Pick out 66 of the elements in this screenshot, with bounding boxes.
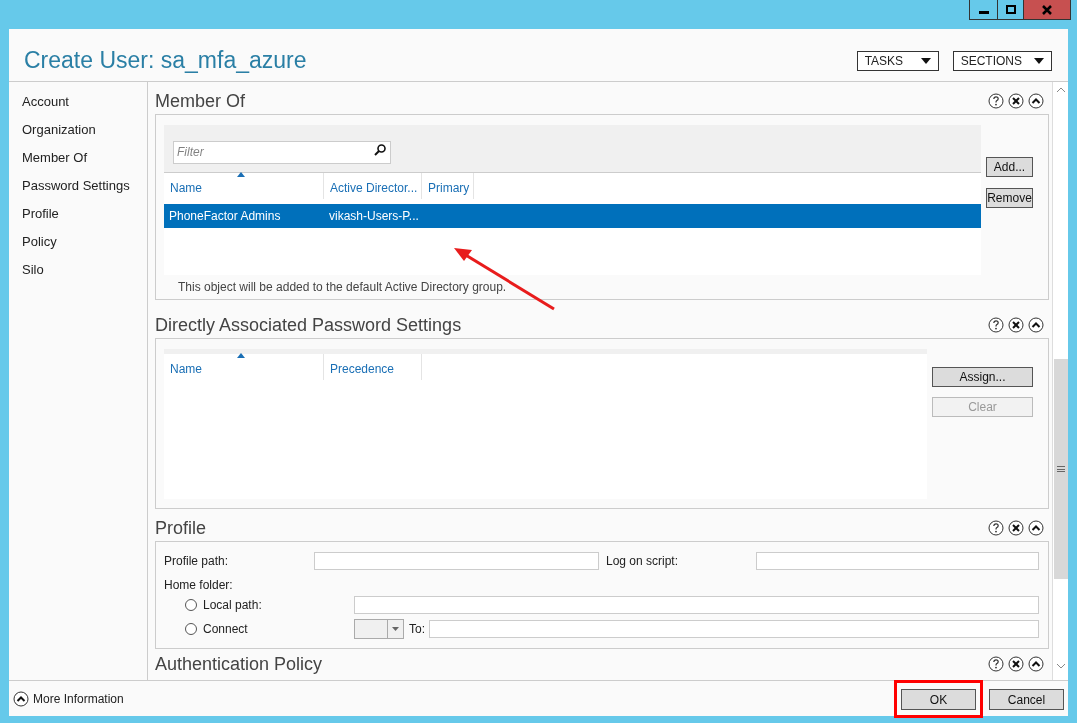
dropdown-button[interactable]: SECTIONS — [952, 51, 1052, 71]
help-icon[interactable] — [988, 520, 1004, 536]
scroll-up-icon — [1055, 87, 1066, 93]
caret-icon — [920, 58, 931, 64]
field-label: Profile path: — [164, 553, 230, 570]
column-header[interactable]: Name — [164, 354, 324, 380]
sidebar-item[interactable]: Profile — [22, 204, 147, 224]
field-label: Home folder: — [164, 577, 234, 590]
collapse-icon[interactable] — [1028, 93, 1044, 109]
radio-button[interactable] — [185, 623, 197, 635]
section-heading: Authentication Policy — [155, 655, 323, 673]
dropdown-button[interactable]: TASKS — [856, 51, 939, 71]
close-icon — [1042, 4, 1052, 15]
close-button[interactable] — [1024, 0, 1070, 19]
column-header[interactable]: Precedence — [324, 354, 422, 380]
section-heading: Profile — [155, 519, 207, 537]
local-path-field[interactable] — [354, 596, 1039, 614]
section-heading: Directly Associated Password Settings — [155, 316, 462, 334]
dialog-button[interactable]: Cancel — [989, 689, 1064, 710]
sidebar-item[interactable]: Policy — [22, 232, 147, 252]
info-note: This object will be added to the default Active Directory group. — [178, 280, 507, 294]
action-button[interactable]: Add... — [986, 157, 1033, 177]
action-button[interactable]: Remove — [986, 188, 1033, 208]
column-header[interactable]: Name — [164, 173, 324, 199]
radio-label: Local path: — [203, 597, 262, 614]
sidebar-item[interactable]: Password Settings — [22, 176, 147, 196]
close-icon[interactable] — [1008, 93, 1024, 109]
column-header[interactable]: Active Director... — [324, 173, 422, 199]
column-header[interactable]: Primary — [422, 173, 474, 199]
close-icon[interactable] — [1008, 656, 1024, 672]
sort-arrow-icon — [237, 172, 246, 177]
to-field[interactable] — [429, 620, 1039, 638]
dialog-button[interactable]: OK — [901, 689, 976, 710]
field-label: Log on script: — [606, 553, 680, 570]
action-button[interactable]: Assign... — [932, 367, 1033, 387]
sort-arrow-icon — [237, 353, 246, 358]
profile-path-field[interactable] — [314, 552, 599, 570]
help-icon[interactable] — [988, 93, 1004, 109]
sidebar-item[interactable]: Member Of — [22, 148, 147, 168]
search-icon — [374, 144, 386, 156]
radio-label: Connect — [203, 621, 248, 638]
caret-icon — [1034, 58, 1044, 64]
more-information-link[interactable]: More Information — [33, 689, 124, 708]
collapse-icon[interactable] — [1028, 317, 1044, 333]
table-cell-text: PhoneFactor Admins — [168, 208, 282, 225]
caret-icon — [392, 627, 399, 631]
close-icon[interactable] — [1008, 520, 1024, 536]
collapse-icon[interactable] — [1028, 656, 1044, 672]
logon-script-field[interactable] — [756, 552, 1039, 570]
sidebar-item[interactable]: Silo — [22, 260, 147, 280]
filter-field[interactable]: Filter — [173, 140, 391, 164]
window-title: Create User: sa_mfa_azure — [24, 49, 307, 72]
help-icon[interactable] — [988, 317, 1004, 333]
expand-icon[interactable] — [13, 690, 29, 707]
sidebar-item[interactable]: Organization — [22, 120, 147, 140]
table-cell-text: vikash-Users-P... — [328, 208, 420, 225]
field-label: To: — [409, 621, 425, 638]
sidebar-item[interactable]: Account — [22, 92, 147, 112]
close-icon[interactable] — [1008, 317, 1024, 333]
collapse-icon[interactable] — [1028, 520, 1044, 536]
radio-button[interactable] — [185, 599, 197, 611]
table-row[interactable]: PhoneFactor Admins vikash-Users-P... — [164, 204, 981, 228]
section-heading: Member Of — [155, 92, 246, 110]
scroll-down-icon — [1055, 663, 1066, 669]
help-icon[interactable] — [988, 656, 1004, 672]
scrollbar[interactable] — [1052, 82, 1068, 680]
